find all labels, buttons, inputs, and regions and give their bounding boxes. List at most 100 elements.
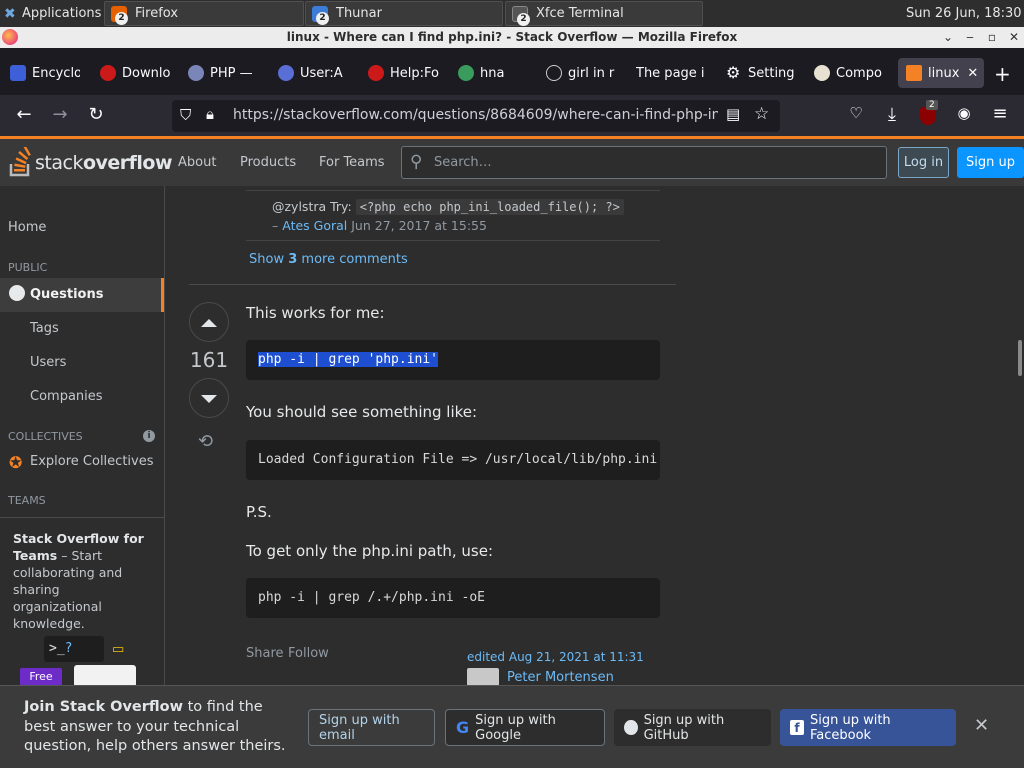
free-badge: Free [20,668,62,686]
sidebar-home[interactable]: Home [8,220,46,235]
applications-label: Applications [22,6,102,21]
globe-icon [458,65,474,81]
encyclopedia-icon [10,65,26,81]
forward-icon[interactable]: → [48,104,72,125]
avatar[interactable] [467,668,499,686]
upvote-button[interactable] [189,302,229,342]
main-content: @zylstra Try: <?php echo php_ini_loaded_… [166,186,1024,686]
sidebar-public-heading: PUBLIC [8,261,48,274]
back-icon[interactable]: ← [12,104,36,125]
ublock-count: 2 [926,100,938,110]
lock-icon[interactable]: 🔒︎ [206,105,214,123]
extension-mask-icon[interactable]: ◉ [952,104,976,122]
tab-linux-active[interactable]: linux ✕ [898,58,984,88]
logo-text-bold: overflow [82,152,173,174]
tab-php[interactable]: PHP — [188,58,260,88]
task-label: Xfce Terminal [536,6,624,21]
tab-settings[interactable]: ⚙ Setting [726,58,798,88]
window-menu-icon[interactable]: ⌄ [940,29,956,45]
tab-girl[interactable]: girl in r [546,58,618,88]
signup-email-button[interactable]: Sign up with email [308,709,435,746]
nav-products[interactable]: Products [240,155,296,170]
task-thunar[interactable]: 2 Thunar [305,1,503,26]
sidebar-item-users[interactable]: Users [30,355,66,370]
tab-encyclopedia[interactable]: Encyclo [10,58,80,88]
login-button[interactable]: Log in [898,147,949,178]
sidebar-item-questions[interactable]: Questions [0,278,164,312]
firefox-icon: 2 [111,5,128,25]
upvote-arrow-icon [201,319,217,327]
tab-page[interactable]: The page i [636,58,708,88]
terminal-icon: 2 [512,5,530,26]
code-block: Loaded Configuration File => /usr/local/… [246,440,660,480]
url-bar[interactable]: ⛉ 🔒︎ https://stackoverflow.com/questions… [172,100,780,132]
reload-icon[interactable]: ↻ [84,104,108,125]
downvote-button[interactable] [189,378,229,418]
task-label: Firefox [135,6,179,21]
folder-icon: 2 [312,5,329,25]
applications-menu[interactable]: ✖ Applications ⋮ [2,1,117,26]
editor-name[interactable]: Peter Mortensen [507,670,614,685]
sidebar-teams-heading: TEAMS [8,494,46,507]
logo-text-light: stack [35,152,83,174]
follow-link[interactable]: Follow [288,646,329,661]
tab-compo[interactable]: Compo [814,58,886,88]
new-tab-icon[interactable]: + [994,62,1011,86]
navigation-bar: ← → ↻ ⛉ 🔒︎ https://stackoverflow.com/que… [0,95,1024,136]
close-banner-icon[interactable]: ✕ [974,715,989,736]
code-text-selected: php -i | grep 'php.ini' [258,352,439,367]
download-icon[interactable]: ⤓ [880,104,904,125]
nav-for-teams[interactable]: For Teams [319,155,385,170]
signup-google-button[interactable]: G Sign up with Google [445,709,605,746]
sidebar-item-companies[interactable]: Companies [30,389,103,404]
bookmark-star-icon[interactable]: ☆ [754,104,769,124]
nav-about[interactable]: About [178,155,216,170]
pocket-icon[interactable]: ♡ [844,104,868,122]
xfce-icon: ✖ [4,5,16,22]
signup-github-button[interactable]: Sign up with GitHub [614,709,771,746]
task-firefox[interactable]: 2 Firefox [104,1,304,26]
url-text[interactable]: https://stackoverflow.com/questions/8684… [233,107,718,123]
search-placeholder: Search… [434,155,492,170]
illustration-card [74,665,136,687]
shield-icon[interactable]: ⛉ [180,106,191,124]
so-logo[interactable]: stackoverflow [8,145,173,177]
sidebar-item-explore-collectives[interactable]: Explore Collectives [30,454,154,469]
reader-view-icon[interactable]: ▤ [726,105,740,123]
tab-hna[interactable]: hna [458,58,530,88]
maximize-icon[interactable]: ▫ [984,29,1000,45]
facebook-icon: f [790,720,804,735]
answer-paragraph: P.S. [246,503,272,521]
search-input[interactable]: ⚲ Search… [401,146,887,179]
share-link[interactable]: Share [246,646,284,661]
close-tab-icon[interactable]: ✕ [967,66,978,81]
hamburger-menu-icon[interactable]: ≡ [988,103,1012,124]
scrollbar-thumb[interactable] [1018,340,1022,376]
history-icon[interactable]: ⟲ [198,431,213,452]
question-icon [278,65,294,81]
code-block: php -i | grep 'php.ini' [246,340,660,380]
so-logo-icon [9,145,31,177]
signup-facebook-button[interactable]: f Sign up with Facebook [780,709,956,746]
close-window-icon[interactable]: ✕ [1006,29,1022,45]
window-title: linux - Where can I find php.ini? - Stac… [286,30,738,44]
comment-date: Jun 27, 2017 at 15:55 [351,218,487,233]
edited-link[interactable]: edited Aug 21, 2021 at 11:31 [467,650,644,664]
downvote-arrow-icon [201,395,217,403]
globe-icon [9,285,25,301]
tab-download[interactable]: Downlo [100,58,172,88]
tab-help[interactable]: Help:Fo [368,58,440,88]
comment-author[interactable]: Ates Goral [282,218,347,233]
info-icon[interactable]: i [143,430,155,442]
left-sidebar: Home PUBLIC Questions Tags Users Compani… [0,186,165,687]
code-text: Loaded Configuration File => /usr/local/… [258,452,658,467]
tab-user[interactable]: User:A [278,58,350,88]
code-text: php -i | grep /.+/php.ini -oE [258,590,485,605]
task-terminal[interactable]: 2 Xfce Terminal [505,1,703,26]
show-more-comments-link[interactable]: Show 3 more comments [249,252,408,267]
sidebar-item-tags[interactable]: Tags [30,321,59,336]
vote-count: 161 [189,348,229,372]
clock[interactable]: Sun 26 Jun, 18:30 [906,1,1022,26]
signup-button[interactable]: Sign up [957,147,1024,178]
minimize-icon[interactable]: ‒ [962,29,978,45]
